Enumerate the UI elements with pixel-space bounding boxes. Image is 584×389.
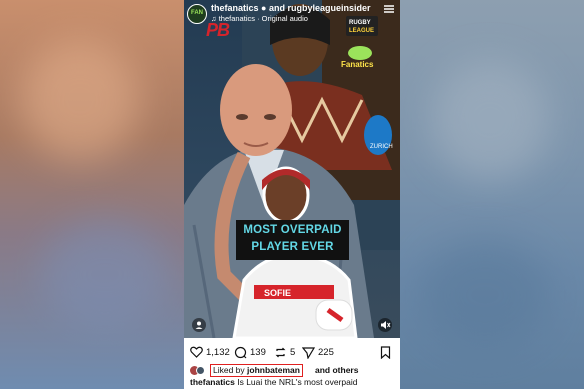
blurred-background-right (400, 0, 584, 389)
likes-count: 1,132 (206, 346, 230, 358)
repost-icon (275, 347, 286, 357)
audio-label[interactable]: ♫ thefanatics · Original audio (211, 14, 308, 23)
liked-by-highlight: Liked by johnbateman (210, 364, 303, 377)
liked-by-user[interactable]: johnbateman (247, 365, 300, 375)
user-tag-icon[interactable] (192, 318, 206, 332)
blurred-background-left (0, 0, 184, 389)
caption-line-2: PLAYER EVER (251, 241, 334, 253)
mute-icon[interactable] (378, 318, 392, 332)
share-button[interactable]: 225 (302, 345, 334, 359)
caption-line-1: MOST OVERPAID (243, 224, 342, 236)
liked-by-prefix: Liked by (213, 365, 248, 375)
caption-text: MOST OVERPAID PLAYER EVER (236, 222, 349, 256)
comment-icon (234, 346, 247, 358)
account-names[interactable]: thefanatics ● and rugbyleagueinsider (211, 3, 370, 13)
shares-count: 225 (318, 346, 334, 358)
action-bar: 1,132 139 5 225 (184, 340, 400, 364)
instagram-post: ZURICH SOFIE PB RUGBY LEAGUE Fanatics MO… (184, 0, 400, 389)
comment-button[interactable]: 139 (234, 345, 266, 359)
share-icon (302, 346, 315, 359)
liked-by-row: Liked by johnbateman and others (184, 364, 400, 377)
liker-avatar[interactable] (196, 366, 205, 375)
post-header: FAN thefanatics ● and rugbyleagueinsider… (184, 0, 400, 30)
comments-count: 139 (250, 346, 266, 358)
bookmark-icon (380, 345, 391, 359)
fanatics-logo: Fanatics (340, 44, 380, 70)
save-button[interactable] (380, 345, 394, 359)
more-icon[interactable] (382, 2, 396, 16)
like-button[interactable]: 1,132 (190, 345, 230, 359)
svg-text:Fanatics: Fanatics (341, 60, 374, 69)
reposts-count: 5 (290, 346, 296, 358)
liked-by-others[interactable]: and others (315, 364, 358, 376)
post-description: thefanatics Is Luai the NRL's most overp… (190, 377, 358, 387)
description-text: Is Luai the NRL's most overpaid (234, 377, 358, 387)
description-user[interactable]: thefanatics (190, 377, 235, 387)
reel-video[interactable]: ZURICH SOFIE PB RUGBY LEAGUE Fanatics MO… (184, 0, 400, 338)
repost-button[interactable]: 5 (274, 345, 295, 359)
avatar-text: FAN (191, 10, 203, 16)
account-avatar[interactable]: FAN (187, 4, 207, 24)
heart-icon (190, 346, 203, 358)
caption-overlay: MOST OVERPAID PLAYER EVER (236, 220, 349, 260)
svg-text:SOFIE: SOFIE (264, 288, 291, 298)
